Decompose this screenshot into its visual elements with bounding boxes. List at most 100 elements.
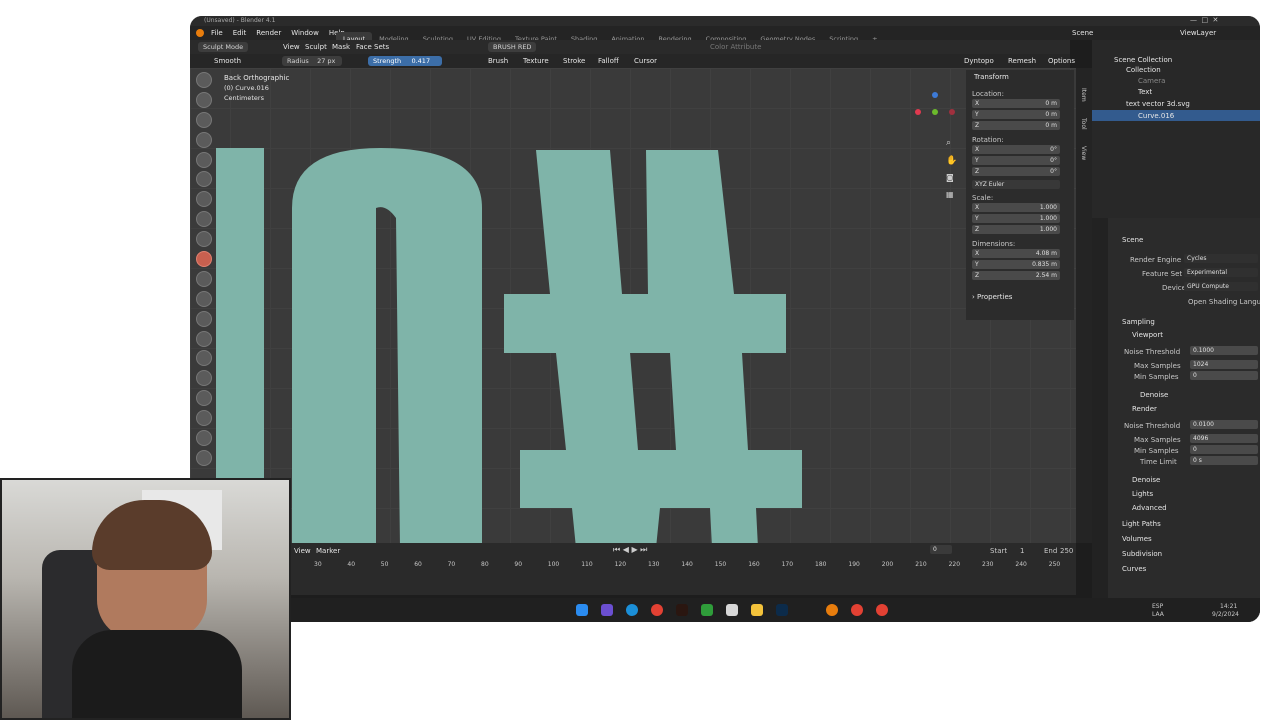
vp-min-field[interactable]: 0 xyxy=(1190,371,1258,380)
blender-task-icon[interactable] xyxy=(826,604,838,616)
location-y-field[interactable]: Y0 m xyxy=(972,110,1060,119)
properties-subpanel[interactable]: › Properties xyxy=(972,293,1012,301)
timeline-marker-menu[interactable]: Marker xyxy=(316,547,340,555)
dimensions-z-field[interactable]: Z 2.54 m xyxy=(972,271,1060,280)
scale-y-field[interactable]: Y 1.000 xyxy=(972,214,1060,223)
sampling-header[interactable]: Sampling xyxy=(1122,318,1155,326)
strength-field[interactable]: Strength 0.417 xyxy=(368,56,442,66)
brush-scrape-icon[interactable] xyxy=(196,310,212,327)
remesh-menu[interactable]: Remesh xyxy=(1008,57,1036,65)
brush-elastic-icon[interactable] xyxy=(196,390,212,407)
radius-field[interactable]: Radius 27 px xyxy=(282,56,342,66)
light-paths-panel[interactable]: Light Paths xyxy=(1122,520,1161,528)
vp-denoise-subpanel[interactable]: Denoise xyxy=(1140,391,1168,399)
3d-viewport[interactable]: Back Orthographic (0) Curve.016 Centimet… xyxy=(190,68,1076,543)
brush-clay-icon[interactable] xyxy=(196,111,212,128)
dyntopo-menu[interactable]: Dyntopo xyxy=(964,57,994,65)
r-max-field[interactable]: 4096 xyxy=(1190,434,1258,443)
brush-draw-sharp-icon[interactable] xyxy=(196,91,212,108)
menu-window[interactable]: Window xyxy=(286,26,324,40)
location-z-field[interactable]: Z0 m xyxy=(972,121,1060,130)
render-subheader[interactable]: Render xyxy=(1132,405,1157,413)
zoom-icon[interactable]: ⌕ xyxy=(946,138,951,148)
lights-subpanel[interactable]: Lights xyxy=(1132,490,1153,498)
brush-crease-icon[interactable] xyxy=(196,231,212,248)
blender-logo-icon[interactable] xyxy=(196,29,204,37)
brush-fill-icon[interactable] xyxy=(196,290,212,307)
navigation-gizmo[interactable] xyxy=(915,92,955,132)
keyboard-lang-2[interactable]: LAA xyxy=(1152,611,1164,618)
scale-x-field[interactable]: X 1.000 xyxy=(972,203,1060,212)
start-value[interactable]: 1 xyxy=(1020,547,1024,555)
brush-snake-hook-icon[interactable] xyxy=(196,410,212,427)
brush-grab-icon[interactable] xyxy=(196,370,212,387)
illustrator-icon[interactable] xyxy=(676,604,688,616)
brush-pinch-icon[interactable] xyxy=(196,350,212,367)
rotation-y-field[interactable]: Y 0° xyxy=(972,156,1060,165)
menu-render[interactable]: Render xyxy=(251,26,286,40)
brush-name[interactable]: Smooth xyxy=(214,57,241,65)
frame-ticks[interactable]: 30 40 50 60 70 80 90 100 110 120 130 140 150 160 170 18… xyxy=(290,561,1076,573)
app-red-icon[interactable] xyxy=(876,604,888,616)
outliner-selected-row[interactable]: Curve.016 xyxy=(1092,110,1260,121)
grid-view-icon[interactable]: ▦ xyxy=(946,190,954,199)
brush-clay-thumb-icon[interactable] xyxy=(196,151,212,168)
dimensions-x-field[interactable]: X 4.08 m xyxy=(972,249,1060,258)
menu-file[interactable]: File xyxy=(206,26,228,40)
brush-flatten-icon[interactable] xyxy=(196,270,212,287)
photoshop-icon[interactable] xyxy=(776,604,788,616)
dimensions-y-field[interactable]: Y 0.835 m xyxy=(972,260,1060,269)
rotation-x-field[interactable]: X 0° xyxy=(972,145,1060,154)
keyboard-lang-1[interactable]: ESP xyxy=(1152,603,1163,610)
menu-edit[interactable]: Edit xyxy=(228,26,252,40)
location-x-field[interactable]: X0 m xyxy=(972,99,1060,108)
sidebar-tab-item[interactable]: Item xyxy=(1080,88,1087,102)
teams-icon[interactable] xyxy=(601,604,613,616)
app-green-icon[interactable] xyxy=(701,604,713,616)
options-menu[interactable]: Options xyxy=(1048,57,1075,65)
outliner-scene-collection[interactable]: Scene Collection xyxy=(1114,56,1172,64)
menu-brush[interactable]: Brush xyxy=(488,57,508,65)
notepad-icon[interactable] xyxy=(726,604,738,616)
outliner-item-text[interactable]: Text xyxy=(1138,88,1152,96)
r-min-field[interactable]: 0 xyxy=(1190,445,1258,454)
file-explorer-icon[interactable] xyxy=(751,604,763,616)
outliner-item-svg-collection[interactable]: text vector 3d.svg xyxy=(1126,100,1190,108)
render-engine-select[interactable]: Cycles xyxy=(1184,254,1258,263)
scene-selector[interactable]: Scene xyxy=(1072,29,1093,37)
curves-panel[interactable]: Curves xyxy=(1122,565,1146,573)
osl-checkbox[interactable]: Open Shading Language xyxy=(1188,298,1260,306)
brush-layer-icon[interactable] xyxy=(196,171,212,188)
color-attribute-field[interactable]: BRUSH RED xyxy=(488,42,537,52)
current-frame-field[interactable]: 0 xyxy=(930,545,952,554)
chrome-2-icon[interactable] xyxy=(851,604,863,616)
clock-time[interactable]: 14:21 xyxy=(1220,603,1237,610)
rotation-z-field[interactable]: Z 0° xyxy=(972,167,1060,176)
menu-texture[interactable]: Texture xyxy=(523,57,549,65)
playback-controls-icon[interactable]: ⏮ ◀ ▶ ⏭ xyxy=(613,545,647,555)
scale-z-field[interactable]: Z 1.000 xyxy=(972,225,1060,234)
advanced-subpanel[interactable]: Advanced xyxy=(1132,504,1167,512)
outliner-item-camera[interactable]: Camera xyxy=(1138,77,1165,85)
r-noise-field[interactable]: 0.0100 xyxy=(1190,420,1258,429)
mode-selector[interactable]: Sculpt Mode xyxy=(198,42,249,52)
gizmo-z-icon[interactable] xyxy=(932,92,938,98)
gizmo-y-icon[interactable] xyxy=(932,109,938,115)
denoise-subpanel[interactable]: Denoise xyxy=(1132,476,1160,484)
brush-clay-strips-icon[interactable] xyxy=(196,131,212,148)
gizmo-x-icon[interactable] xyxy=(915,109,921,115)
brush-pose-icon[interactable] xyxy=(196,449,212,466)
outliner-item-curve[interactable]: Curve.016 xyxy=(1138,112,1174,120)
brush-inflate-icon[interactable] xyxy=(196,191,212,208)
feature-set-select[interactable]: Experimental xyxy=(1184,268,1258,277)
end-value[interactable]: 250 xyxy=(1060,547,1073,555)
rotation-mode-select[interactable]: XYZ Euler xyxy=(972,180,1060,189)
sidebar-tab-view[interactable]: View xyxy=(1080,146,1087,160)
menu-face-sets[interactable]: Face Sets xyxy=(356,43,389,51)
menu-sculpt[interactable]: Sculpt xyxy=(305,43,327,51)
outliner-item-collection[interactable]: Collection xyxy=(1126,66,1161,74)
subdivision-panel[interactable]: Subdivision xyxy=(1122,550,1162,558)
windows-start-icon[interactable] xyxy=(576,604,588,616)
clock-date[interactable]: 9/2/2024 xyxy=(1212,611,1239,618)
gizmo-neg-x-icon[interactable] xyxy=(949,109,955,115)
